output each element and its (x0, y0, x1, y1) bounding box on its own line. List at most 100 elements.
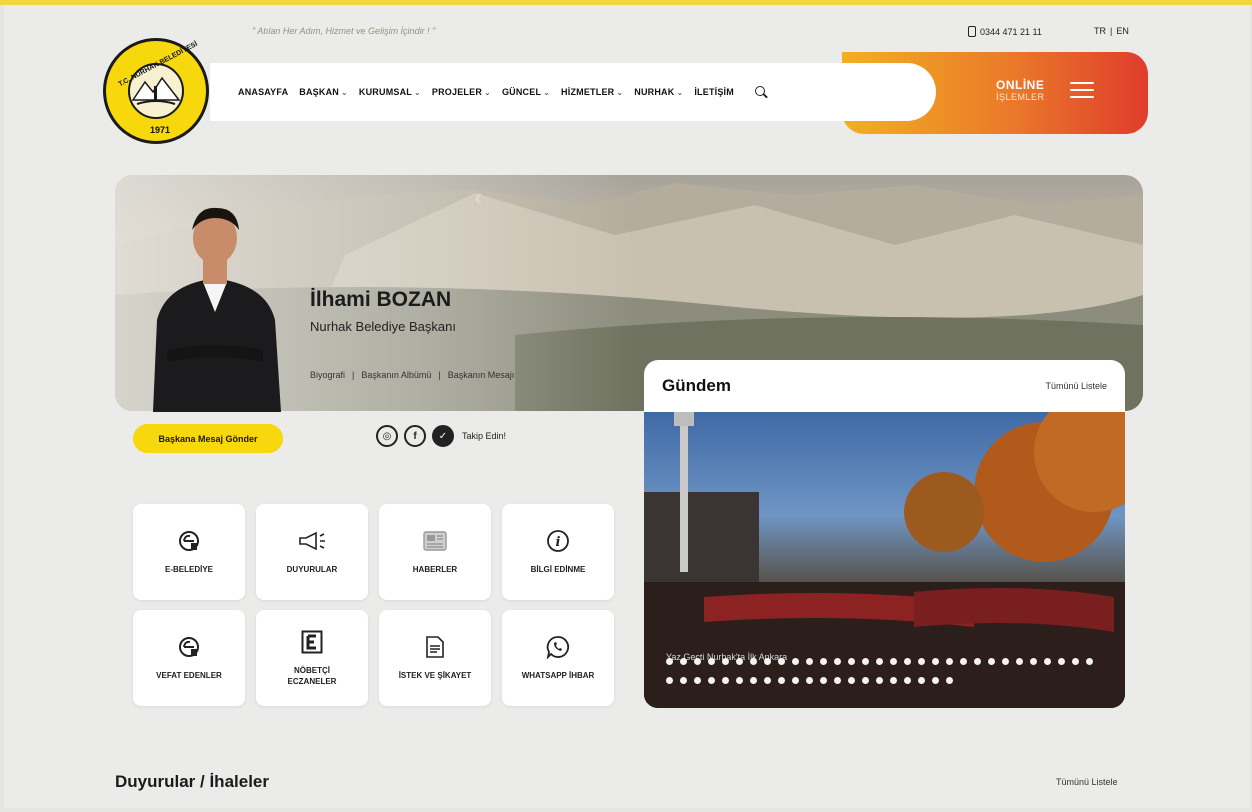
svg-text:i: i (556, 535, 561, 550)
instagram-icon[interactable]: ◎ (376, 425, 398, 447)
slider-dot[interactable] (876, 677, 883, 684)
slider-dot[interactable] (806, 677, 813, 684)
slider-dot[interactable] (904, 658, 911, 665)
slider-dot[interactable] (722, 658, 729, 665)
tile-haberler[interactable]: HABERLER (379, 504, 491, 600)
slider-dot[interactable] (666, 658, 673, 665)
slider-dot[interactable] (778, 658, 785, 665)
slider-dot[interactable] (890, 677, 897, 684)
slider-dot[interactable] (750, 658, 757, 665)
slider-dot[interactable] (694, 677, 701, 684)
tile-label: WHATSAPP İHBAR (521, 671, 595, 681)
news-slider-dots[interactable] (666, 658, 1106, 692)
slider-dot[interactable] (820, 658, 827, 665)
tile-label: BİLGİ EDİNME (530, 565, 586, 575)
slider-dot[interactable] (1044, 658, 1051, 665)
tile-bilgi-edinme[interactable]: i BİLGİ EDİNME (502, 504, 614, 600)
slider-dot[interactable] (1072, 658, 1079, 665)
slider-dot[interactable] (778, 677, 785, 684)
whatsapp-icon (546, 634, 570, 660)
slider-dot[interactable] (736, 658, 743, 665)
slider-dot[interactable] (666, 677, 673, 684)
facebook-icon[interactable]: f (404, 425, 426, 447)
slider-dot[interactable] (890, 658, 897, 665)
slider-dot[interactable] (848, 677, 855, 684)
slider-dot[interactable] (680, 658, 687, 665)
link-baskanin-mesaji[interactable]: Başkanın Mesajı (448, 370, 515, 380)
search-icon[interactable] (753, 84, 769, 100)
nav-item-iletisim[interactable]: İLETİŞİM (694, 87, 734, 97)
slider-dot[interactable] (988, 658, 995, 665)
slider-dot[interactable] (960, 658, 967, 665)
slider-dot[interactable] (932, 658, 939, 665)
slider-dot[interactable] (820, 677, 827, 684)
slider-dot[interactable] (792, 677, 799, 684)
slider-dot[interactable] (792, 658, 799, 665)
slider-dot[interactable] (764, 677, 771, 684)
link-baskanin-albumu[interactable]: Başkanın Albümü (361, 370, 431, 380)
tile-vefat-edenler[interactable]: VEFAT EDENLER (133, 610, 245, 706)
chevron-down-icon: ⌄ (340, 88, 348, 97)
slider-dot[interactable] (1016, 658, 1023, 665)
slider-dot[interactable] (1030, 658, 1037, 665)
tile-istek-ve-sikayet[interactable]: İSTEK VE ŞİKAYET (379, 610, 491, 706)
slider-dot[interactable] (848, 658, 855, 665)
slider-dot[interactable] (932, 677, 939, 684)
slider-dot[interactable] (904, 677, 911, 684)
slider-dot[interactable] (694, 658, 701, 665)
tile-duyurular[interactable]: DUYURULAR (256, 504, 368, 600)
online-title: ONLİNE (996, 78, 1045, 92)
slider-dot[interactable] (876, 658, 883, 665)
header-slogan: " Atılan Her Adım, Hizmet ve Gelişim İçi… (252, 26, 436, 36)
quick-access-tiles: E-BELEDİYE DUYURULAR HABERLER i BİLGİ ED… (133, 504, 617, 706)
nav-item-anasayfa[interactable]: ANASAYFA (238, 87, 288, 97)
slider-dot[interactable] (946, 658, 953, 665)
tile-label: VEFAT EDENLER (156, 671, 222, 681)
tile-e-belediye[interactable]: E-BELEDİYE (133, 504, 245, 600)
nav-item-nurhak[interactable]: NURHAK ⌄ (634, 87, 683, 97)
nav-item-guncel[interactable]: GÜNCEL ⌄ (502, 87, 550, 97)
slider-dot[interactable] (1002, 658, 1009, 665)
nav-item-kurumsal[interactable]: KURUMSAL ⌄ (359, 87, 421, 97)
slider-dot[interactable] (1058, 658, 1065, 665)
nav-item-projeler[interactable]: PROJELER ⌄ (432, 87, 491, 97)
slider-dot[interactable] (834, 677, 841, 684)
tile-nobetci-eczaneler[interactable]: NÖBETÇİ ECZANELER (256, 610, 368, 706)
slider-dot[interactable] (974, 658, 981, 665)
slider-dot[interactable] (918, 677, 925, 684)
phone-number: 0344 471 21 11 (980, 26, 1042, 37)
nav-item-hizmetler[interactable]: HİZMETLER ⌄ (561, 87, 623, 97)
nav-item-baskan[interactable]: BAŞKAN ⌄ (299, 87, 348, 97)
lang-en[interactable]: EN (1116, 26, 1129, 36)
announcements-list-all-link[interactable]: Tümünü Listele (1056, 777, 1118, 787)
slider-dot[interactable] (764, 658, 771, 665)
slider-dot[interactable] (806, 658, 813, 665)
twitter-icon[interactable]: ✓ (432, 425, 454, 447)
tile-whatsapp-ihbar[interactable]: WHATSAPP İHBAR (502, 610, 614, 706)
slider-dot[interactable] (1086, 658, 1093, 665)
send-message-to-mayor-button[interactable]: Başkana Mesaj Gönder (133, 424, 283, 453)
main-navigation: ANASAYFA BAŞKAN ⌄ KURUMSAL ⌄ PROJELER ⌄ GÜN… (210, 63, 936, 121)
lang-tr[interactable]: TR (1094, 26, 1106, 36)
slider-dot[interactable] (722, 677, 729, 684)
mayor-photo (153, 207, 281, 412)
slider-dot[interactable] (736, 677, 743, 684)
slider-dot[interactable] (834, 658, 841, 665)
slider-dot[interactable] (862, 677, 869, 684)
slider-dot[interactable] (946, 677, 953, 684)
online-services-label[interactable]: ONLİNE İŞLEMLER (996, 78, 1045, 102)
slider-dot[interactable] (750, 677, 757, 684)
e-belediye-icon (178, 528, 200, 554)
mayor-name: İlhami BOZAN (310, 288, 452, 311)
municipality-logo[interactable]: T.C. NURHAK BELEDİYESİ 1971 (103, 38, 209, 144)
link-biyografi[interactable]: Biyografi (310, 370, 345, 380)
slider-dot[interactable] (918, 658, 925, 665)
header-phone[interactable]: 0344 471 21 11 (968, 26, 1042, 37)
gundem-list-all-link[interactable]: Tümünü Listele (1045, 381, 1107, 391)
slider-dot[interactable] (862, 658, 869, 665)
slider-dot[interactable] (680, 677, 687, 684)
gundem-news-card[interactable]: Gündem Tümünü Listele Yaz Geçti Nurhak't… (644, 360, 1125, 708)
menu-icon[interactable] (1070, 82, 1094, 103)
slider-dot[interactable] (708, 658, 715, 665)
slider-dot[interactable] (708, 677, 715, 684)
